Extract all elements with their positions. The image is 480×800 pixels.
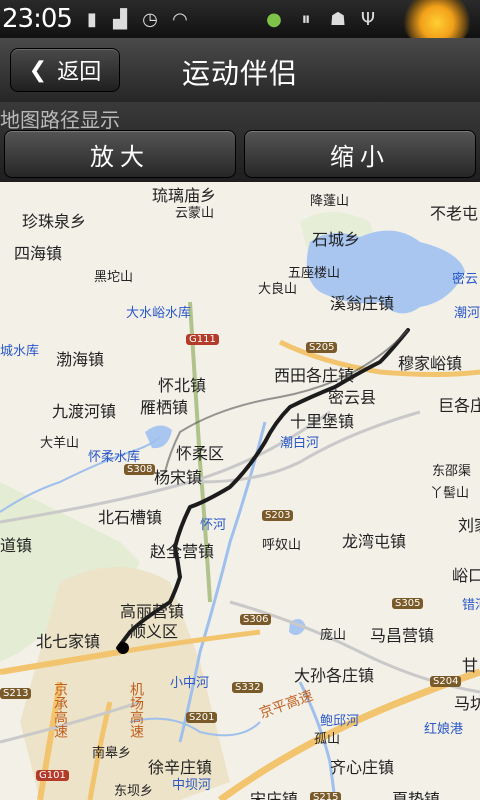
map-label: 西田各庄镇 (274, 366, 355, 385)
map-label: 呼奴山 (262, 538, 302, 553)
section-label: 地图路径显示 (0, 108, 120, 132)
map-controls: 地图路径显示 放大 缩小 (0, 102, 480, 182)
map-label: 大良山 (258, 282, 298, 297)
road-shield: S306 (240, 614, 272, 625)
map-label: 小中河 (170, 676, 210, 691)
map-label: 孤山 (314, 732, 341, 747)
map-label: 峪口 (452, 566, 480, 585)
map-label: 云蒙山 (175, 206, 215, 221)
map-label: 城水库 (0, 344, 40, 359)
map-label: 鲍邱河 (320, 714, 360, 729)
map-label: 丫髻山 (430, 486, 470, 501)
map-label: 马昌营镇 (370, 626, 435, 645)
map-label: 巨各庄 (438, 396, 480, 415)
map-view[interactable]: 琉璃庙乡 云蒙山 降蓬山 珍珠泉乡 不老屯 四海镇 石城乡 黑坨山 五座楼山 密… (0, 182, 480, 800)
map-label: 降蓬山 (310, 194, 350, 209)
map-label: 大水峪水库 (126, 306, 192, 321)
current-location-marker (117, 642, 129, 654)
map-label: 甘 (462, 656, 479, 675)
map-label: 东坝乡 (114, 784, 154, 799)
map-label: 大孙各庄镇 (294, 666, 375, 685)
pause-icon: ⏸ (301, 8, 311, 30)
map-label: 珍珠泉乡 (22, 212, 87, 231)
map-label: 九渡河镇 (52, 402, 117, 421)
map-label: 马坊 (454, 694, 480, 713)
map-label: 刘家 (458, 516, 480, 535)
alarm-icon: ◷ (142, 8, 158, 30)
road-shield: S215 (310, 792, 342, 800)
map-label: 机场高速 (128, 682, 144, 738)
map-label: 四海镇 (14, 244, 63, 263)
road-shield: G111 (186, 334, 219, 345)
map-label: 怀柔区 (176, 444, 225, 463)
road-shield: S204 (430, 676, 462, 687)
map-label: 不老屯 (430, 204, 479, 223)
road-shield: S213 (0, 688, 32, 699)
status-bar: 23:05 ▮ ▟ ◷ ◠ ● ⏸ ☗ Ψ (0, 0, 480, 48)
robot-icon: ☗ (329, 8, 347, 30)
map-label: 杨宋镇 (154, 468, 203, 487)
map-label: 南皋乡 (92, 746, 132, 761)
map-label: 穆家峪镇 (398, 354, 463, 373)
map-label: 中坝河 (172, 778, 212, 793)
map-label: 溪翁庄镇 (330, 294, 395, 313)
map-label: 宋庄镇 (250, 790, 299, 800)
map-label: 怀柔水库 (88, 450, 141, 465)
map-label: 齐心庄镇 (330, 758, 395, 777)
status-time: 23:05 (2, 4, 73, 34)
title-bar: ❮ 返回 运动伴侣 (0, 38, 480, 103)
wifi-icon: ◠ (172, 8, 188, 30)
map-canvas (0, 212, 480, 800)
map-label: 渤海镇 (56, 350, 105, 369)
zoom-in-button[interactable]: 放大 (4, 130, 236, 178)
usb-icon: Ψ (360, 8, 376, 30)
map-label: 潮河 (454, 306, 480, 321)
road-shield: G101 (36, 770, 69, 781)
map-label: 怀北镇 (158, 376, 207, 395)
page-title: 运动伴侣 (181, 57, 298, 90)
map-label: 北七家镇 (36, 632, 101, 651)
map-label: 十里堡镇 (290, 412, 355, 431)
map-label: 错河 (462, 598, 480, 613)
map-label: 东邵渠 (432, 464, 472, 479)
map-label: 庞山 (320, 628, 347, 643)
road-shield: S205 (306, 342, 338, 353)
map-label: 潮白河 (280, 436, 320, 451)
signal-icon: ▟ (113, 8, 127, 30)
map-label: 夏垫镇 (392, 790, 441, 800)
road-shield: S201 (186, 712, 218, 723)
battery-icon: ▮ (87, 8, 97, 30)
map-label: 石城乡 (312, 230, 361, 249)
map-label: 大羊山 (40, 436, 80, 451)
road-shield: S308 (124, 464, 156, 475)
map-label: 京承高速 (52, 682, 68, 738)
map-label: 赵全营镇 (150, 542, 215, 561)
map-label: 怀河 (200, 518, 227, 533)
road-shield: S332 (232, 682, 264, 693)
map-label: 北石槽镇 (98, 508, 163, 527)
map-label: 黑坨山 (94, 270, 134, 285)
road-shield: S305 (392, 598, 424, 609)
map-label: 红娘港 (424, 722, 464, 737)
zoom-out-button[interactable]: 缩小 (244, 130, 476, 178)
map-label: 密云 (452, 272, 479, 287)
map-label: 顺义区 (130, 622, 179, 641)
road-shield: S203 (262, 510, 294, 521)
map-label: 雁栖镇 (140, 398, 189, 417)
map-label: 密云县 (328, 388, 377, 407)
pea-icon: ● (266, 8, 282, 30)
map-label: 龙湾屯镇 (342, 532, 407, 551)
map-label: 道镇 (0, 536, 33, 555)
